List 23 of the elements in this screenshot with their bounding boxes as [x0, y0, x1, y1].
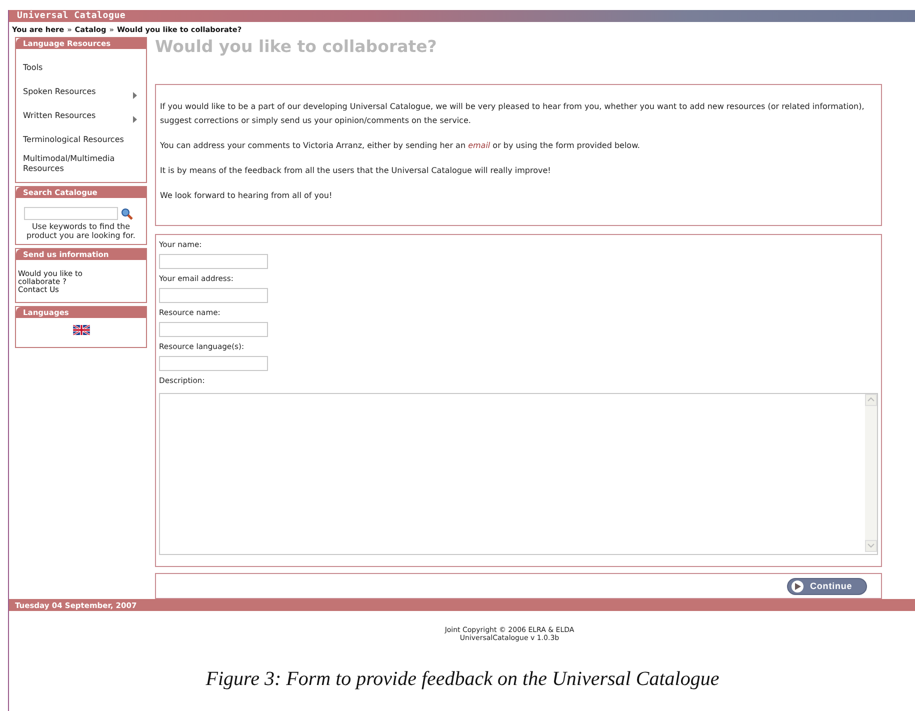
intro-paragraph: We look forward to hearing from all of you! [160, 190, 334, 202]
site-title: Universal Catalogue [17, 11, 126, 21]
email-link[interactable]: email [468, 141, 490, 150]
sidebar-item[interactable]: Spoken Resources [23, 80, 146, 104]
intro-paragraph: You can address your comments to Victoria Arranz, either by sending her an email or by using the form provided below. [160, 140, 641, 152]
sidebar-item[interactable]: Written Resources [23, 104, 146, 128]
continue-button[interactable]: Continue [787, 578, 867, 595]
intro-paragraph: It is by means of the feedback from all the users that the Universal Catalogue will really improve! [160, 165, 552, 178]
sidebar-item[interactable]: Multimodal/Multimedia Resources [23, 152, 146, 176]
description-field[interactable] [159, 393, 878, 556]
search-field[interactable] [24, 207, 118, 220]
play-icon [791, 580, 804, 593]
input-field[interactable] [159, 356, 268, 372]
figure-caption: Figure 3: Form to provide feedback on the Universal Catalogue [204, 668, 720, 691]
input-field[interactable] [159, 254, 268, 270]
flag-icon[interactable] [72, 325, 90, 335]
sidebar-item[interactable]: Terminological Resources [23, 128, 146, 152]
sidebar-item[interactable]: Tools [23, 56, 146, 80]
page-title: Would you like to collaborate? [155, 37, 438, 58]
search-icon[interactable] [121, 208, 133, 220]
input-field[interactable] [159, 288, 268, 304]
intro-paragraph: If you would like to be a part of our developing Universal Catalogue, we will be very pleased to hear from you, whether you want to add new resources (or related information), suggest corrections or simply send us your opinion/comments on the service. [160, 101, 866, 128]
input-field[interactable] [159, 322, 268, 338]
